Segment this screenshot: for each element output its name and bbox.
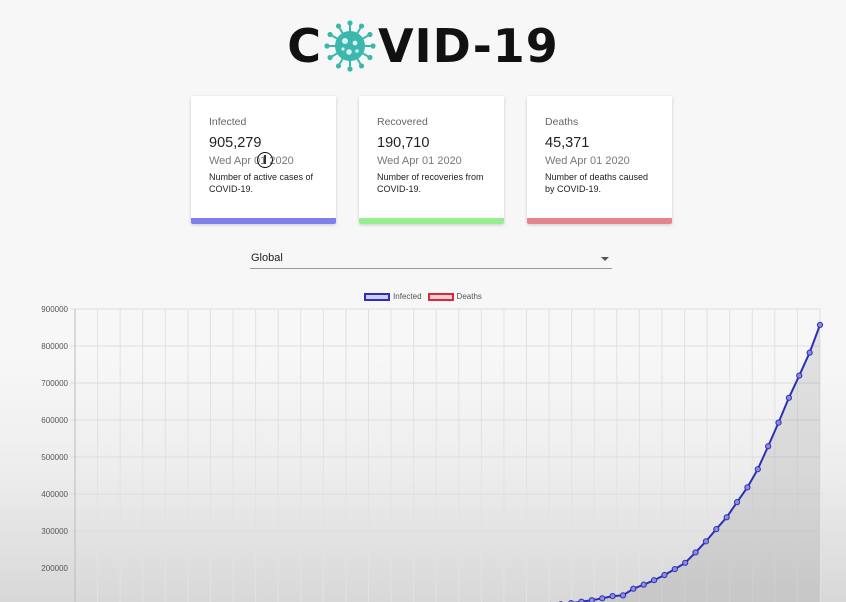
infected-point	[630, 585, 637, 592]
y-tick-label: 900000	[41, 305, 68, 314]
infected-point	[588, 597, 595, 602]
country-select-value: Global	[251, 252, 283, 264]
card-value: 45,371	[545, 135, 590, 151]
covid-logo: C VID-19	[0, 18, 846, 74]
infected-point	[723, 514, 730, 521]
infected-point	[599, 595, 606, 602]
card-value: 190,710	[377, 135, 430, 151]
card-date: Wed Apr 01 2020	[545, 155, 630, 167]
country-select[interactable]: Global	[250, 249, 612, 269]
infections-line-chart: 900000 800000 700000 600000 500000 400000 3000…	[41, 305, 824, 602]
card-color-bar	[359, 218, 504, 224]
infected-point	[661, 571, 668, 579]
card-description-line: COVID-19.	[377, 184, 422, 194]
infected-point	[682, 559, 689, 566]
deaths-card: Deaths 45,371 Wed Apr 01 2020 Number of …	[527, 96, 672, 224]
infected-point	[796, 372, 803, 379]
y-tick-label: 300000	[41, 527, 68, 536]
infected-point	[754, 466, 761, 473]
card-description: Number of deaths caused by COVID-19.	[545, 171, 658, 195]
card-value: 905,279	[209, 135, 262, 151]
card-description-line: Number of deaths caused	[545, 172, 649, 182]
card-color-bar	[527, 218, 672, 224]
infected-area	[579, 324, 820, 602]
mouse-cursor-indicator	[257, 152, 273, 168]
card-description-line: COVID-19.	[209, 184, 254, 194]
y-tick-label: 700000	[41, 379, 68, 388]
card-description: Number of active cases of COVID-19.	[209, 171, 322, 195]
infected-point	[619, 592, 627, 599]
infected-point	[671, 566, 678, 573]
infected-point	[806, 349, 813, 356]
y-tick-label: 800000	[41, 342, 68, 351]
infected-point	[785, 394, 792, 401]
covid-dashboard: C VID-19 Infected 905,279 Wed Apr 01 202…	[0, 0, 846, 602]
recovered-card: Recovered 190,710 Wed Apr 01 2020 Number…	[359, 96, 504, 224]
stats-cards: Infected 905,279 Wed Apr 01 2020 Number …	[191, 96, 672, 224]
y-tick-label: 500000	[41, 453, 68, 462]
logo-text-right: VID-19	[377, 19, 559, 73]
infected-point	[650, 577, 658, 584]
logo-text-left: C	[287, 19, 322, 73]
virus-icon	[324, 20, 376, 72]
card-date: Wed Apr 01 2020	[377, 155, 462, 167]
infected-point	[816, 321, 824, 329]
y-tick-label: 400000	[41, 490, 68, 499]
card-description-line: Number of recoveries from	[377, 172, 484, 182]
infected-point	[692, 549, 699, 556]
infected-point	[765, 443, 772, 450]
card-description: Number of recoveries from COVID-19.	[377, 171, 490, 195]
y-tick-label: 600000	[41, 416, 68, 425]
infected-point	[702, 538, 710, 545]
infected-point	[744, 484, 751, 491]
card-color-bar	[191, 218, 336, 224]
infected-card: Infected 905,279 Wed Apr 01 2020 Number …	[191, 96, 336, 224]
card-label: Infected	[209, 116, 247, 128]
card-description-line: by COVID-19.	[545, 184, 602, 194]
infected-point	[733, 499, 741, 506]
card-description-line: Number of active cases of	[209, 172, 314, 182]
infected-point	[640, 581, 647, 588]
infected-point	[609, 593, 616, 600]
card-label: Recovered	[377, 116, 428, 128]
chevron-down-icon[interactable]	[601, 257, 609, 261]
infected-point	[775, 419, 782, 426]
card-label: Deaths	[545, 116, 579, 128]
y-tick-label: 200000	[41, 564, 68, 573]
infected-point	[713, 526, 720, 533]
